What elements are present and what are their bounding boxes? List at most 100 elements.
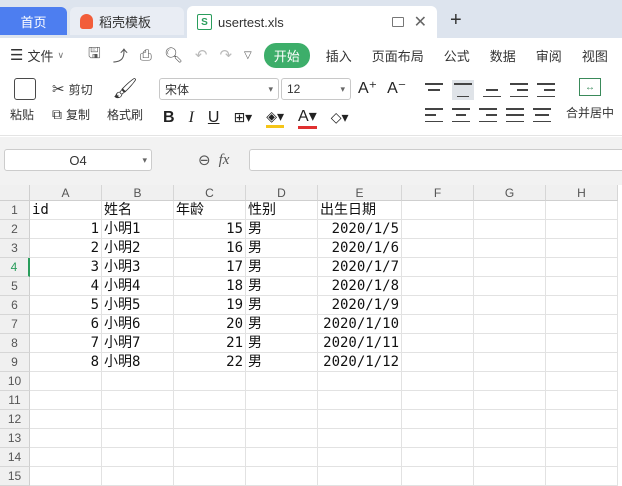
cell-g10[interactable]	[474, 372, 546, 391]
cell-h5[interactable]	[546, 277, 618, 296]
name-box[interactable]: O4 ▾	[4, 149, 152, 171]
cell-c6[interactable]: 19	[174, 296, 246, 315]
cell-h11[interactable]	[546, 391, 618, 410]
cell-c12[interactable]	[174, 410, 246, 429]
cell-e9[interactable]: 2020/1/12	[318, 353, 402, 372]
cell-a2[interactable]: 1	[30, 220, 102, 239]
underline-icon[interactable]: U	[208, 109, 220, 127]
ribbon-tab-data[interactable]: 数据	[480, 46, 526, 65]
fill-color-icon[interactable]: ◈▾	[266, 108, 285, 128]
decrease-font-icon[interactable]: A⁻	[387, 78, 406, 98]
cell-c8[interactable]: 21	[174, 334, 246, 353]
cell-d9[interactable]: 男	[246, 353, 318, 372]
cell-g4[interactable]	[474, 258, 546, 277]
row-header-7[interactable]: 7	[0, 315, 30, 334]
cell-b4[interactable]: 小明3	[102, 258, 174, 277]
row-header-12[interactable]: 12	[0, 410, 30, 429]
cell-g15[interactable]	[474, 467, 546, 486]
column-header-g[interactable]: G	[474, 185, 546, 201]
customize-toolbar-icon[interactable]: ▽	[244, 50, 252, 61]
cell-b9[interactable]: 小明8	[102, 353, 174, 372]
cell-g11[interactable]	[474, 391, 546, 410]
cell-e8[interactable]: 2020/1/11	[318, 334, 402, 353]
cell-b7[interactable]: 小明6	[102, 315, 174, 334]
redo-icon[interactable]: ↷	[219, 46, 232, 64]
cell-e15[interactable]	[318, 467, 402, 486]
cell-d10[interactable]	[246, 372, 318, 391]
cell-g14[interactable]	[474, 448, 546, 467]
cell-g3[interactable]	[474, 239, 546, 258]
cell-g13[interactable]	[474, 429, 546, 448]
zoom-formula-icon[interactable]: ⊖	[198, 151, 211, 169]
cell-f2[interactable]	[402, 220, 474, 239]
undo-icon[interactable]: ↶	[195, 46, 208, 64]
cell-e2[interactable]: 2020/1/5	[318, 220, 402, 239]
column-header-c[interactable]: C	[174, 185, 246, 201]
font-name-select[interactable]: 宋体 ▾	[159, 78, 279, 100]
cell-h4[interactable]	[546, 258, 618, 277]
cell-a6[interactable]: 5	[30, 296, 102, 315]
cell-h14[interactable]	[546, 448, 618, 467]
cell-d1[interactable]: 性别	[246, 201, 318, 220]
cell-a8[interactable]: 7	[30, 334, 102, 353]
cell-h8[interactable]	[546, 334, 618, 353]
cell-e6[interactable]: 2020/1/9	[318, 296, 402, 315]
justify-icon[interactable]	[506, 108, 524, 122]
cell-e3[interactable]: 2020/1/6	[318, 239, 402, 258]
bold-icon[interactable]: B	[163, 109, 175, 127]
align-center-icon[interactable]	[452, 108, 470, 122]
row-header-3[interactable]: 3	[0, 239, 30, 258]
print-preview-icon[interactable]: 🔍︎	[164, 46, 183, 64]
cell-f10[interactable]	[402, 372, 474, 391]
cell-h10[interactable]	[546, 372, 618, 391]
copy-button[interactable]: ⧉ 复制	[52, 106, 90, 123]
cell-b1[interactable]: 姓名	[102, 201, 174, 220]
cell-c5[interactable]: 18	[174, 277, 246, 296]
cell-e5[interactable]: 2020/1/8	[318, 277, 402, 296]
cell-a15[interactable]	[30, 467, 102, 486]
cell-e10[interactable]	[318, 372, 402, 391]
cell-h7[interactable]	[546, 315, 618, 334]
cell-a7[interactable]: 6	[30, 315, 102, 334]
cut-button[interactable]: ✂ 剪切	[52, 80, 93, 98]
cell-g9[interactable]	[474, 353, 546, 372]
column-header-a[interactable]: A	[30, 185, 102, 201]
cell-f3[interactable]	[402, 239, 474, 258]
row-header-5[interactable]: 5	[0, 277, 30, 296]
cell-b14[interactable]	[102, 448, 174, 467]
ribbon-tab-formulas[interactable]: 公式	[434, 46, 480, 65]
cell-f9[interactable]	[402, 353, 474, 372]
cell-b10[interactable]	[102, 372, 174, 391]
column-header-h[interactable]: H	[546, 185, 618, 201]
select-all-corner[interactable]	[0, 185, 30, 201]
cell-a9[interactable]: 8	[30, 353, 102, 372]
align-left-icon[interactable]	[425, 108, 443, 122]
cell-e11[interactable]	[318, 391, 402, 410]
cell-d11[interactable]	[246, 391, 318, 410]
cell-d12[interactable]	[246, 410, 318, 429]
cell-d8[interactable]: 男	[246, 334, 318, 353]
tab-template[interactable]: 稻壳模板	[70, 7, 184, 35]
tab-file[interactable]: S usertest.xls ✕	[187, 6, 437, 38]
cell-g6[interactable]	[474, 296, 546, 315]
row-header-13[interactable]: 13	[0, 429, 30, 448]
cell-c15[interactable]	[174, 467, 246, 486]
row-header-8[interactable]: 8	[0, 334, 30, 353]
cell-e4[interactable]: 2020/1/7	[318, 258, 402, 277]
cell-f4[interactable]	[402, 258, 474, 277]
cell-h13[interactable]	[546, 429, 618, 448]
cell-f5[interactable]	[402, 277, 474, 296]
indent-increase-icon[interactable]	[537, 83, 555, 97]
cell-h2[interactable]	[546, 220, 618, 239]
cell-b6[interactable]: 小明5	[102, 296, 174, 315]
row-header-10[interactable]: 10	[0, 372, 30, 391]
cell-d13[interactable]	[246, 429, 318, 448]
cell-h15[interactable]	[546, 467, 618, 486]
cell-d7[interactable]: 男	[246, 315, 318, 334]
row-header-11[interactable]: 11	[0, 391, 30, 410]
column-header-d[interactable]: D	[246, 185, 318, 201]
cell-c4[interactable]: 17	[174, 258, 246, 277]
cell-d6[interactable]: 男	[246, 296, 318, 315]
save-icon[interactable]: 🖫	[88, 43, 101, 68]
cell-a12[interactable]	[30, 410, 102, 429]
